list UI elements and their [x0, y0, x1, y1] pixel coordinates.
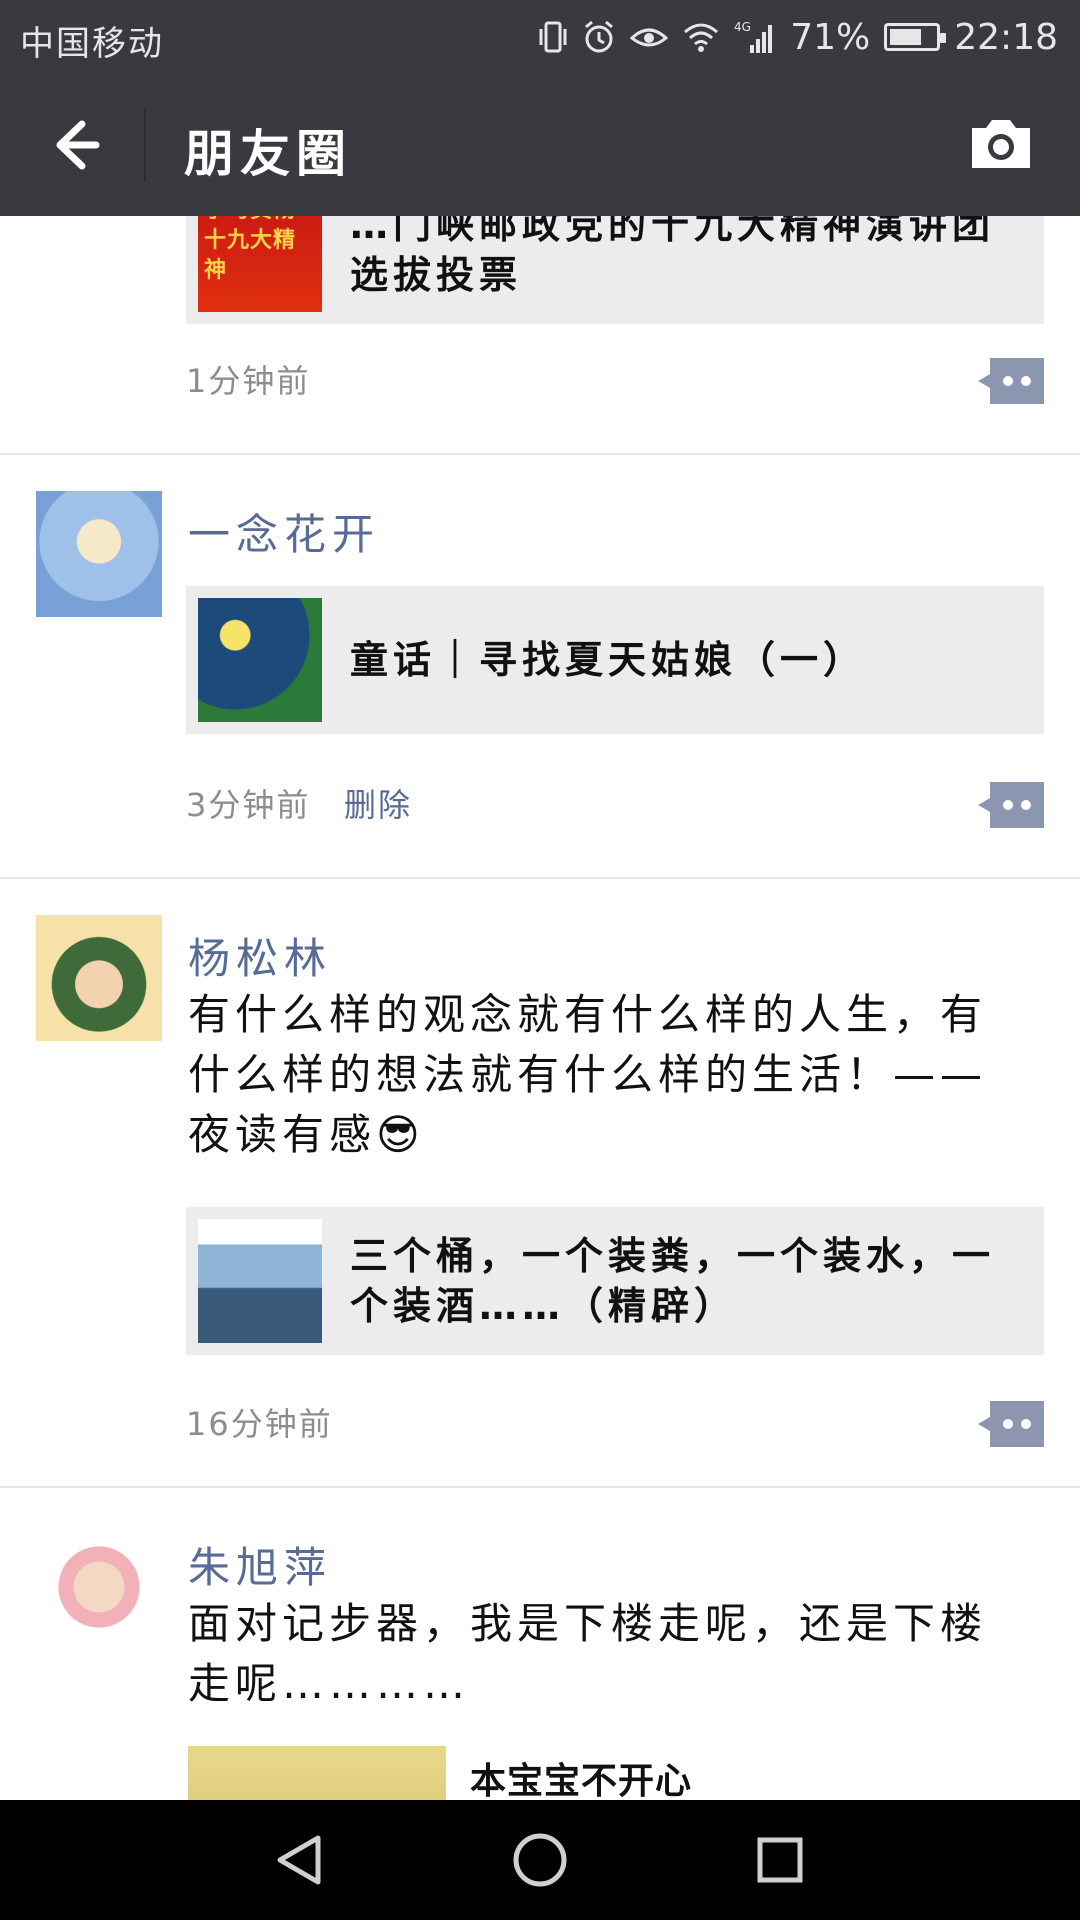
link-thumbnail: 学习贯彻 十九大精神: [198, 216, 322, 312]
post-time: 3分钟前: [186, 786, 311, 824]
battery-icon: [884, 23, 947, 51]
status-icons: 4G 71% 22:18: [538, 12, 1058, 62]
home-circle-icon[interactable]: [508, 1828, 572, 1892]
status-bar: 中国移动 4G 71% 22:18: [0, 0, 1080, 74]
moments-feed[interactable]: 学习贯彻 十九大精神 …门峡邮政党的十九大精神演讲团选拔投票 1分钟前 一念花开…: [0, 216, 1080, 1800]
link-card[interactable]: 三个桶，一个装粪，一个装水，一个装酒……（精辟）: [186, 1207, 1044, 1355]
nav-divider: [144, 108, 146, 182]
recents-square-icon[interactable]: [748, 1828, 812, 1892]
moment-post: 一念花开 童话｜寻找夏天姑娘（一） 3分钟前 删除: [0, 455, 1080, 879]
post-time: 16分钟前: [186, 1405, 333, 1443]
link-title: …门峡邮政党的十九大精神演讲团选拔投票: [350, 216, 996, 297]
link-thumbnail: [198, 1219, 322, 1343]
carrier-label: 中国移动: [20, 24, 164, 64]
post-image[interactable]: [188, 1746, 446, 1800]
eye-icon: [630, 22, 669, 52]
link-card[interactable]: 童话｜寻找夏天姑娘（一）: [186, 586, 1044, 734]
moment-post: 学习贯彻 十九大精神 …门峡邮政党的十九大精神演讲团选拔投票 1分钟前: [0, 216, 1080, 455]
clock: 22:18: [954, 16, 1058, 58]
post-text: 面对记步器，我是下楼走呢，还是下楼走呢…………: [188, 1599, 988, 1708]
back-triangle-icon[interactable]: [268, 1828, 332, 1892]
post-text: 有什么样的观念就有什么样的人生，有什么样的想法就有什么样的生活！——夜读有感😎: [188, 990, 988, 1159]
thumbnail-text: 学习贯彻 十九大精神: [204, 216, 297, 283]
battery-level-fill: [890, 29, 922, 45]
comment-icon[interactable]: [978, 358, 1044, 404]
battery-percent: 71%: [790, 16, 871, 58]
alarm-icon: [582, 19, 616, 55]
camera-icon[interactable]: [966, 114, 1036, 174]
post-time: 1分钟前: [186, 362, 311, 400]
link-title: 三个桶，一个装粪，一个装水，一个装酒……（精辟）: [350, 1234, 996, 1328]
user-name[interactable]: 朱旭萍: [188, 1534, 332, 1595]
link-card[interactable]: 学习贯彻 十九大精神 …门峡邮政党的十九大精神演讲团选拔投票: [186, 216, 1044, 324]
comment-icon[interactable]: [978, 782, 1044, 828]
signal-icon: 4G: [734, 19, 776, 55]
network-type-label: 4G: [734, 20, 751, 34]
image-caption: 本宝宝不开心: [470, 1761, 693, 1800]
user-name[interactable]: 一念花开: [188, 501, 380, 562]
avatar[interactable]: [36, 491, 162, 617]
wifi-icon: [682, 21, 720, 53]
delete-button[interactable]: 删除: [344, 780, 412, 826]
moment-post: 杨松林 有什么样的观念就有什么样的人生，有什么样的想法就有什么样的生活！——夜读…: [0, 879, 1080, 1488]
link-title: 童话｜寻找夏天姑娘（一）: [350, 638, 867, 682]
user-name[interactable]: 杨松林: [188, 925, 332, 986]
page-title: 朋友圈: [184, 125, 352, 183]
avatar[interactable]: [36, 915, 162, 1041]
nav-bar: 朋友圈: [0, 74, 1080, 216]
moment-post: 朱旭萍 面对记步器，我是下楼走呢，还是下楼走呢………… 本宝宝不开心: [0, 1488, 1080, 1800]
comment-icon[interactable]: [978, 1401, 1044, 1447]
back-arrow-icon[interactable]: [38, 110, 108, 180]
link-thumbnail: [198, 598, 322, 722]
vibrate-icon: [538, 19, 568, 55]
system-nav-bar: [0, 1800, 1080, 1920]
avatar[interactable]: [36, 1524, 162, 1650]
